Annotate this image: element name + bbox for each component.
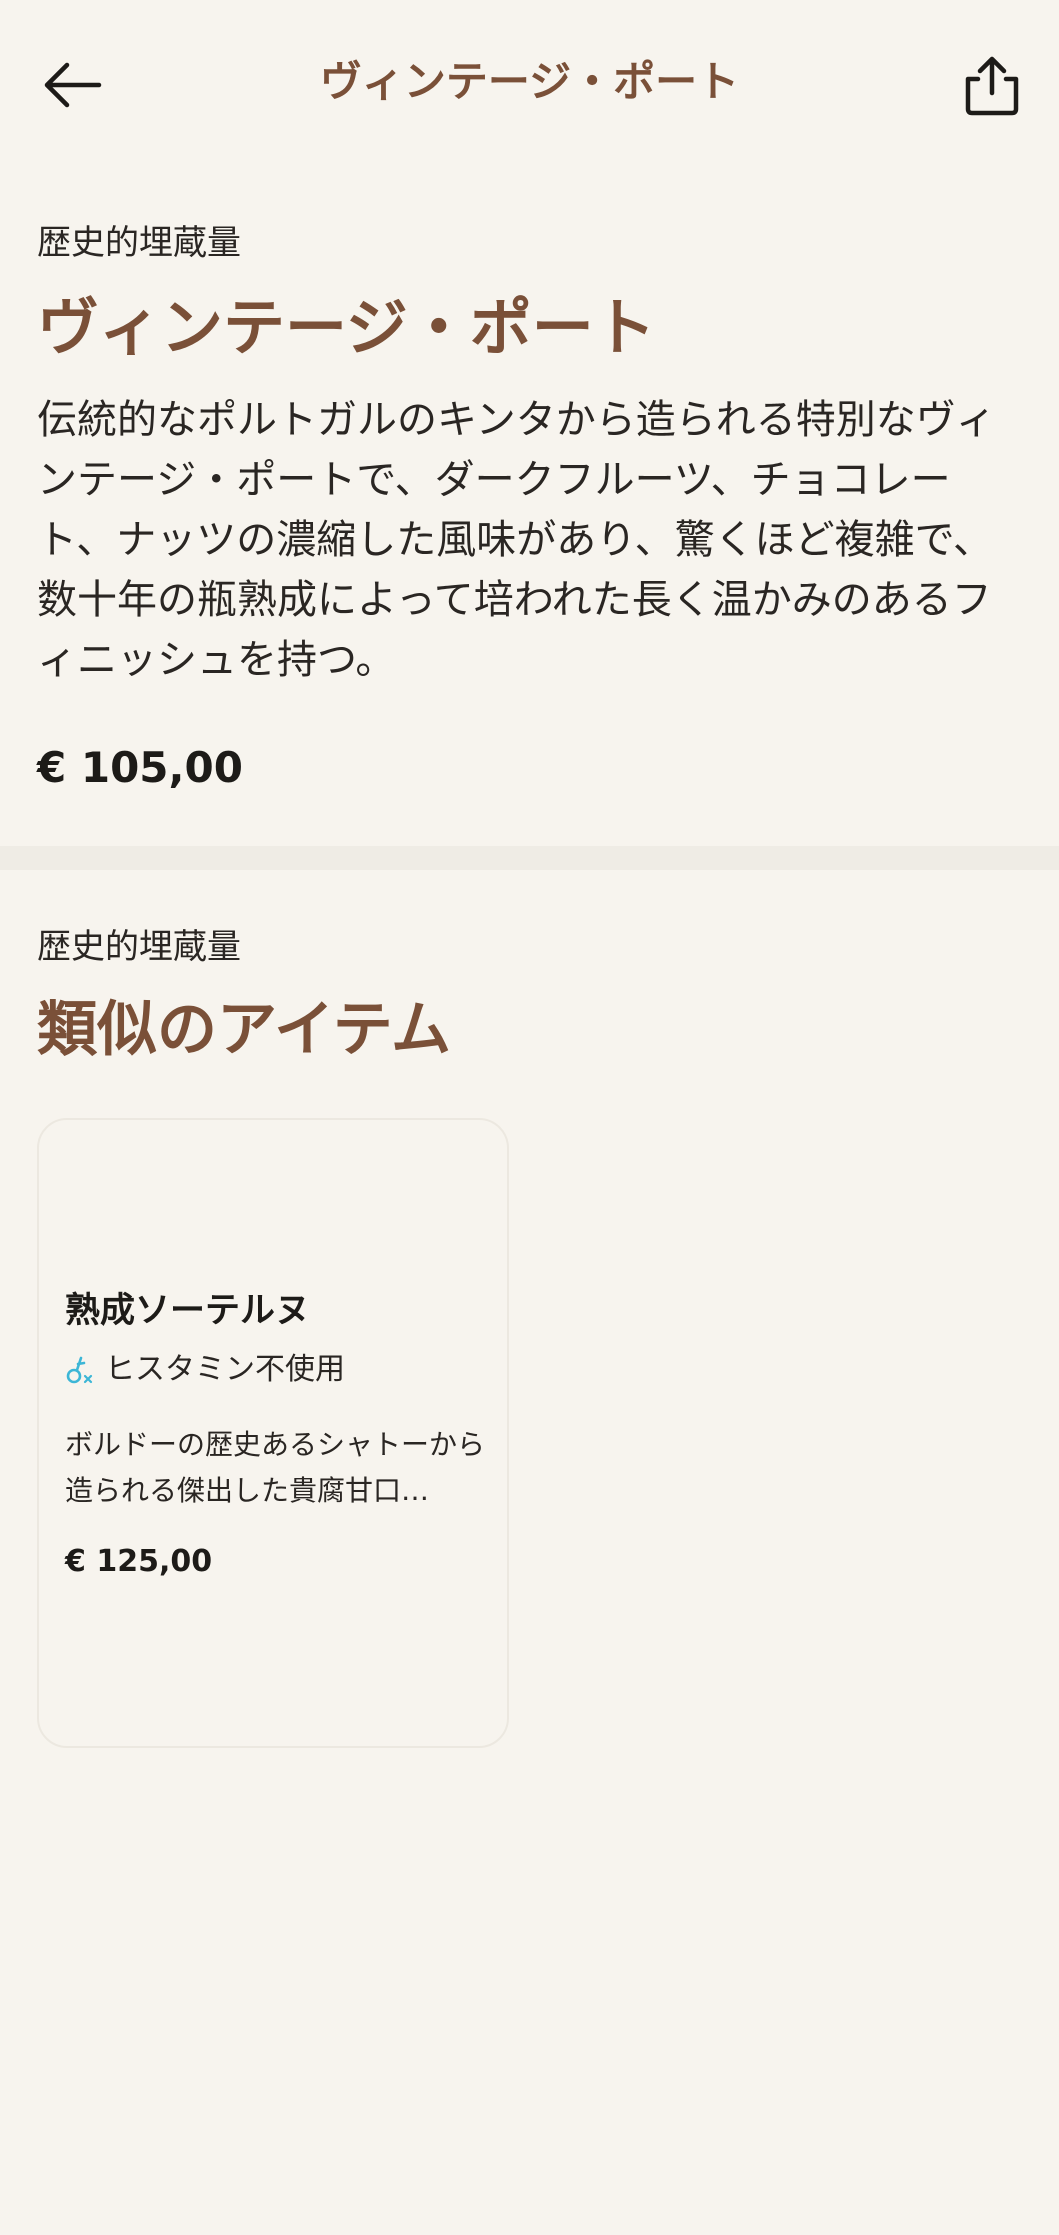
similar-items-section: 歴史的埋蔵量 類似のアイテム [37, 922, 451, 1068]
nav-title: ヴィンテージ・ポート [319, 57, 740, 106]
similar-category: 歴史的埋蔵量 [37, 927, 241, 967]
share-icon [965, 56, 1019, 116]
product-category: 歴史的埋蔵量 [37, 223, 241, 263]
histamine-free-icon [65, 1350, 95, 1390]
arrow-left-icon [44, 62, 102, 108]
product-title: ヴィンテージ・ポート [37, 291, 656, 364]
top-navigation-bar: ヴィンテージ・ポート [0, 0, 1059, 170]
similar-item-price: € 125,00 [65, 1544, 213, 1579]
similar-item-card[interactable]: 熟成ソーテルヌ ヒスタミン不使用 ボルドーの歴史あるシャトーから造られる傑出した… [37, 1118, 509, 1748]
similar-item-name: 熟成ソーテルヌ [65, 1291, 311, 1331]
product-description: 伝統的なポルトガルのキンタから造られる特別なヴィンテージ・ポートで、ダークフルー… [37, 397, 996, 683]
product-price: € 105,00 [37, 743, 243, 792]
back-button[interactable] [32, 50, 112, 120]
share-button[interactable] [949, 44, 1035, 126]
similar-item-tag: ヒスタミン不使用 [65, 1348, 345, 1392]
similar-item-description: ボルドーの歴史あるシャトーから造られる傑出した貴腐甘口… [65, 1428, 486, 1507]
section-divider [0, 846, 1059, 870]
product-detail: 歴史的埋蔵量 ヴィンテージ・ポート 伝統的なポルトガルのキンタから造られる特別な… [37, 218, 1022, 690]
similar-items-title: 類似のアイテム [37, 995, 451, 1065]
similar-item-tag-label: ヒスタミン不使用 [105, 1352, 345, 1387]
